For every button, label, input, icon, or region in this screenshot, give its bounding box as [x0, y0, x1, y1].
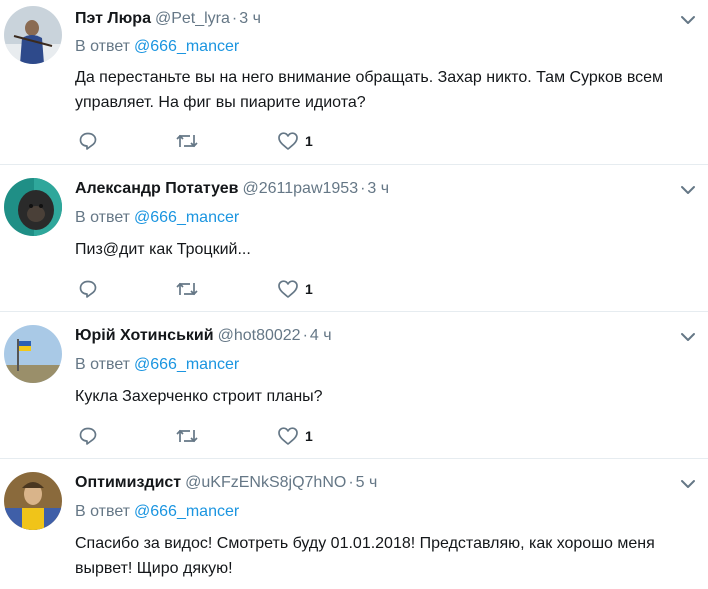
like-count: 1: [305, 428, 313, 444]
tweet-text: Пиз@дит как Троцкий...: [75, 241, 251, 258]
reply-mention-link[interactable]: @666_mancer: [134, 503, 239, 520]
like-count: 1: [305, 133, 313, 149]
reply-context: В ответ @666_mancer: [75, 502, 239, 522]
reply-mention-link[interactable]: @666_mancer: [134, 356, 239, 373]
author-handle[interactable]: @Pet_lyra: [155, 10, 230, 27]
separator-dot: ·: [231, 10, 238, 27]
reply-prefix: В ответ: [75, 38, 131, 55]
retweet-icon: [176, 134, 198, 148]
timestamp[interactable]: 3 ч: [367, 180, 389, 197]
retweet-button[interactable]: [175, 131, 199, 151]
tweet[interactable]: Пэт Люра @Pet_lyra · 3 ч В ответ @666_mancer…: [0, 0, 708, 165]
tweet[interactable]: Оптимиздист @uKFzENkS8jQ7hNO · 5 ч В ответ @…: [0, 459, 708, 589]
separator-dot: ·: [360, 180, 366, 197]
retweet-icon: [176, 429, 198, 443]
tweet-text: Спасибо за видос! Смотреть буду 01.01.20…: [75, 535, 655, 577]
heart-icon: [278, 132, 298, 150]
tweet[interactable]: Юрій Хотинський @hot80022 · 4 ч В ответ @666…: [0, 312, 708, 459]
like-button[interactable]: 1: [277, 279, 313, 299]
heart-icon: [278, 427, 298, 445]
tweet-text: Да перестаньте вы на него внимание обращ…: [75, 69, 664, 111]
chevron-down-icon[interactable]: [678, 180, 698, 200]
like-button[interactable]: 1: [277, 426, 313, 446]
heart-icon: [278, 280, 298, 298]
reply-context: В ответ @666_mancer: [75, 355, 239, 375]
avatar[interactable]: [4, 472, 62, 530]
reply-mention-link[interactable]: @666_mancer: [134, 209, 239, 226]
tweet[interactable]: Александр Потатуев @2611paw1953 · 3 ч В отв…: [0, 165, 708, 312]
author-handle[interactable]: @2611paw1953: [243, 180, 359, 197]
avatar[interactable]: [4, 325, 62, 383]
reply-icon: [79, 132, 97, 150]
reply-icon: [79, 427, 97, 445]
author-name[interactable]: Оптимиздист: [75, 474, 181, 491]
author-name[interactable]: Пэт Люра: [75, 10, 151, 27]
reply-button[interactable]: [78, 426, 98, 446]
timestamp[interactable]: 5 ч: [356, 474, 378, 491]
reply-prefix: В ответ: [75, 503, 131, 520]
reply-prefix: В ответ: [75, 356, 131, 373]
like-button[interactable]: 1: [277, 131, 313, 151]
like-count: 1: [305, 281, 313, 297]
timestamp[interactable]: 4 ч: [310, 327, 332, 344]
reply-context: В ответ @666_mancer: [75, 37, 239, 57]
chevron-down-icon[interactable]: [678, 10, 698, 30]
chevron-down-icon[interactable]: [678, 474, 698, 494]
reply-prefix: В ответ: [75, 209, 131, 226]
reply-context: В ответ @666_mancer: [75, 208, 239, 228]
separator-dot: ·: [348, 474, 354, 491]
retweet-button[interactable]: [175, 279, 199, 299]
author-handle[interactable]: @hot80022: [218, 327, 301, 344]
author-handle[interactable]: @uKFzENkS8jQ7hNO: [185, 474, 346, 491]
reply-icon: [79, 280, 97, 298]
timestamp[interactable]: 3 ч: [239, 10, 261, 27]
author-name[interactable]: Юрій Хотинський: [75, 327, 214, 344]
separator-dot: ·: [302, 327, 308, 344]
avatar[interactable]: [4, 6, 62, 64]
reply-mention-link[interactable]: @666_mancer: [134, 38, 239, 55]
retweet-icon: [176, 282, 198, 296]
retweet-button[interactable]: [175, 426, 199, 446]
tweet-text: Кукла Захерченко строит планы?: [75, 388, 323, 405]
reply-button[interactable]: [78, 131, 98, 151]
reply-button[interactable]: [78, 279, 98, 299]
avatar[interactable]: [4, 178, 62, 236]
chevron-down-icon[interactable]: [678, 327, 698, 347]
author-name[interactable]: Александр Потатуев: [75, 180, 239, 197]
